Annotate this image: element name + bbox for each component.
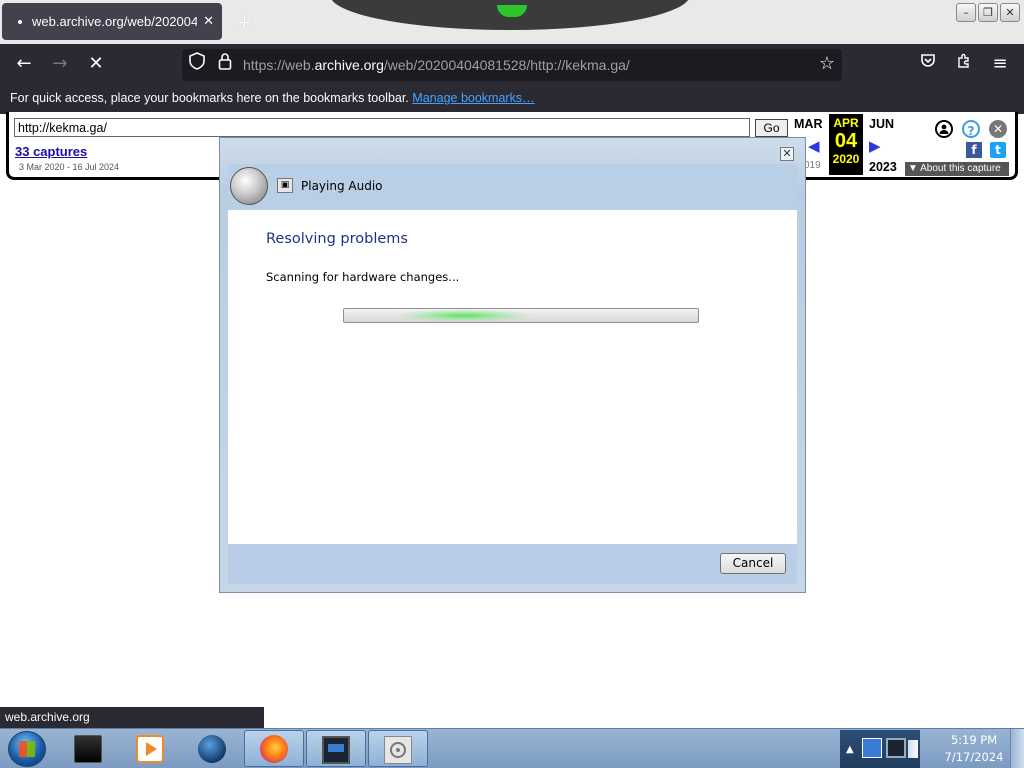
url-path: /web/20200404081528/http://kekma.ga/ bbox=[383, 57, 630, 73]
troubleshooter-icon bbox=[384, 736, 412, 764]
taskbar-item-display[interactable] bbox=[306, 730, 366, 767]
pocket-icon[interactable] bbox=[916, 52, 940, 76]
dialog-footer bbox=[228, 544, 797, 584]
terminal-icon bbox=[74, 735, 102, 763]
wayback-url-input[interactable] bbox=[14, 118, 750, 137]
dialog-close-button[interactable]: ✕ bbox=[780, 147, 794, 161]
wayback-go-button[interactable]: Go bbox=[755, 119, 788, 137]
dialog-status-text: Scanning for hardware changes... bbox=[266, 270, 460, 284]
taskbar-item-firefox[interactable] bbox=[244, 730, 304, 767]
taskbar-item-terminal[interactable] bbox=[58, 730, 118, 767]
current-day: 04 bbox=[834, 130, 858, 152]
prev-year-label: 019 bbox=[804, 160, 821, 171]
tab-close-button[interactable]: ✕ bbox=[203, 14, 214, 29]
troubleshooter-app-icon: ▣ bbox=[277, 178, 293, 193]
current-month: APR bbox=[833, 116, 859, 130]
prev-month-link[interactable]: MAR bbox=[794, 117, 822, 131]
current-capture-date: APR 04 2020 bbox=[829, 114, 863, 175]
captures-date-range: 3 Mar 2020 - 16 Jul 2024 bbox=[19, 162, 120, 172]
progress-marquee-glow bbox=[394, 309, 534, 322]
current-year: 2020 bbox=[832, 152, 860, 166]
captures-link[interactable]: 33 captures bbox=[15, 144, 87, 159]
tab-title: web.archive.org/web/20200404/ bbox=[32, 14, 198, 29]
lock-icon[interactable] bbox=[213, 52, 237, 76]
back-arrow-icon[interactable]: ← bbox=[12, 52, 36, 76]
user-icon[interactable] bbox=[935, 120, 953, 138]
tab-active[interactable]: web.archive.org/web/20200404/ ✕ bbox=[2, 3, 222, 40]
tab-bar: web.archive.org/web/20200404/ ✕ + – ❐ ✕ bbox=[0, 0, 1024, 44]
star-icon[interactable]: ☆ bbox=[815, 52, 839, 76]
about-capture-label: About this capture bbox=[920, 163, 1001, 174]
restore-button[interactable]: ❐ bbox=[978, 3, 998, 22]
twitter-icon[interactable]: t bbox=[990, 142, 1006, 158]
tray-volume-icon[interactable] bbox=[908, 740, 918, 758]
browser-status-bar: web.archive.org bbox=[0, 707, 264, 728]
forward-arrow-icon[interactable]: → bbox=[48, 52, 72, 76]
start-orb-icon[interactable] bbox=[8, 731, 46, 767]
minimize-button[interactable]: – bbox=[956, 3, 976, 22]
cancel-button[interactable]: Cancel bbox=[720, 553, 786, 574]
tray-expand-icon[interactable]: ▲ bbox=[846, 744, 854, 755]
taskbar-item-network[interactable] bbox=[182, 730, 242, 767]
tab-loading-dot-icon bbox=[18, 19, 22, 24]
bookmarks-toolbar: For quick access, place your bookmarks h… bbox=[0, 86, 1024, 114]
taskbar-item-media-player[interactable] bbox=[120, 730, 180, 767]
tray-network-icon[interactable] bbox=[886, 738, 906, 758]
next-year-link[interactable]: 2023 bbox=[869, 160, 897, 174]
next-month-link[interactable]: JUN bbox=[869, 117, 894, 131]
system-tray: ▲ bbox=[840, 730, 920, 768]
about-capture-button[interactable]: ▼ About this capture bbox=[905, 162, 1009, 176]
url-prefix: https://web. bbox=[243, 57, 315, 73]
display-icon bbox=[322, 736, 350, 764]
tray-app-icon[interactable] bbox=[862, 738, 882, 758]
close-icon[interactable]: ✕ bbox=[989, 120, 1007, 138]
media-player-icon bbox=[136, 735, 164, 763]
show-desktop-button[interactable] bbox=[1010, 729, 1024, 768]
windows-flag-icon bbox=[19, 741, 35, 757]
window-close-button[interactable]: ✕ bbox=[1000, 3, 1020, 22]
taskbar-item-troubleshooter[interactable] bbox=[368, 730, 428, 767]
clock-date[interactable]: 7/17/2024 bbox=[944, 750, 1004, 764]
dialog-back-button[interactable] bbox=[230, 167, 268, 205]
globe-icon bbox=[198, 735, 226, 763]
clock-time[interactable]: 5:19 PM bbox=[948, 733, 1000, 747]
help-icon[interactable]: ? bbox=[962, 120, 980, 138]
bookmarks-message: For quick access, place your bookmarks h… bbox=[10, 91, 409, 105]
firefox-icon bbox=[260, 735, 288, 763]
progress-bar bbox=[343, 308, 699, 323]
url-text[interactable]: https://web.archive.org/web/202004040815… bbox=[243, 57, 630, 73]
url-domain: archive.org bbox=[314, 57, 384, 73]
dialog-app-title: Playing Audio bbox=[301, 179, 383, 193]
next-capture-arrow-icon[interactable]: ▶ bbox=[869, 137, 881, 155]
new-tab-button[interactable]: + bbox=[236, 10, 253, 34]
prev-capture-arrow-icon[interactable]: ◀ bbox=[808, 137, 820, 155]
shield-icon[interactable] bbox=[185, 52, 209, 76]
stop-loading-icon[interactable]: ✕ bbox=[84, 52, 108, 76]
dialog-heading: Resolving problems bbox=[266, 231, 408, 247]
menu-icon[interactable]: ≡ bbox=[988, 52, 1012, 76]
facebook-icon[interactable]: f bbox=[966, 142, 982, 158]
extensions-icon[interactable] bbox=[952, 52, 976, 76]
dialog-body bbox=[228, 210, 797, 544]
manage-bookmarks-link[interactable]: Manage bookmarks… bbox=[412, 91, 534, 105]
